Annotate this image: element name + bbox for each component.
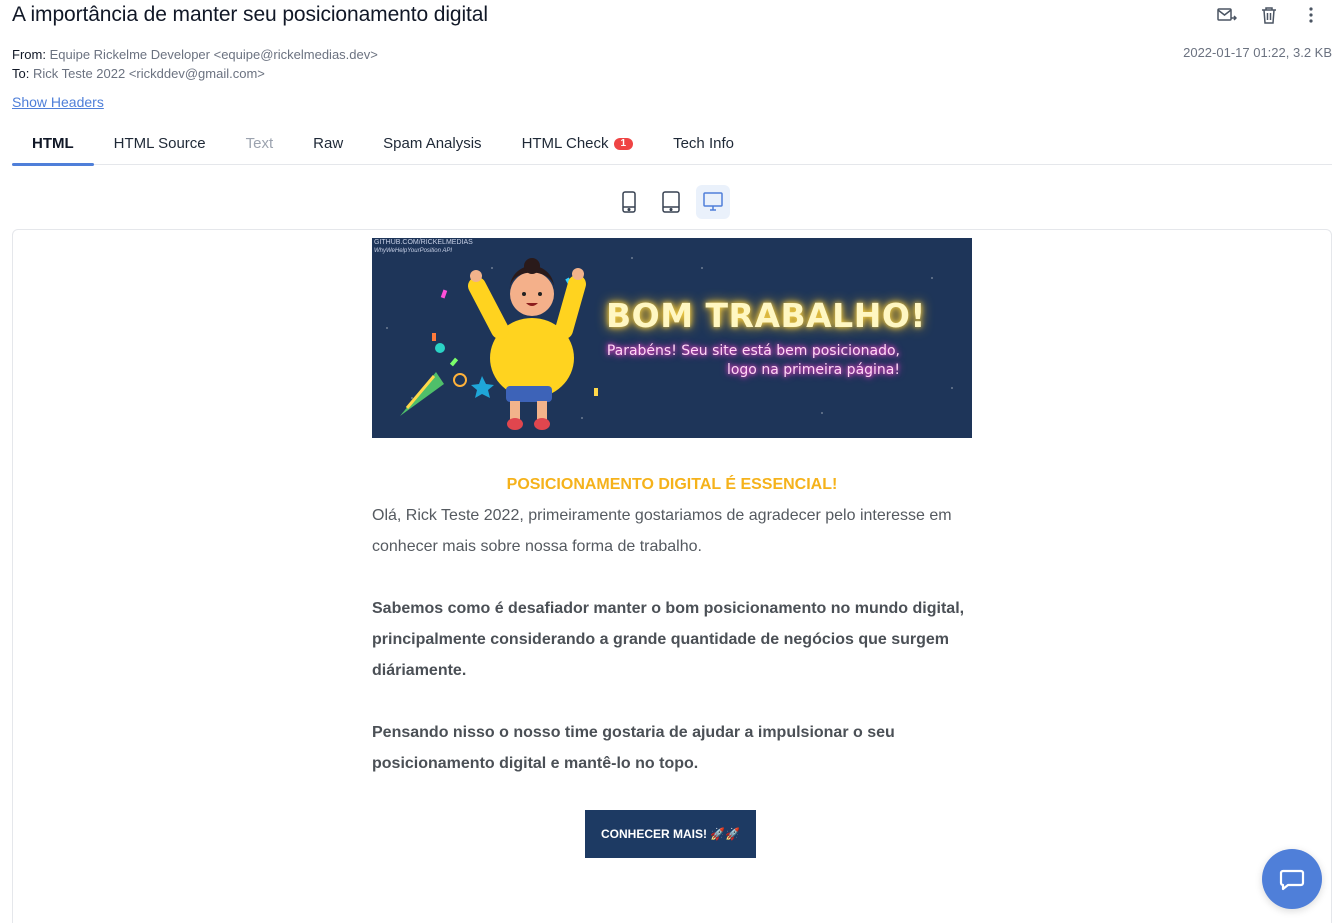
email-actions [1216, 4, 1322, 26]
email-preview-frame: GITHUB.COM/RICKELMEDIAS WhyWeHelpYourPos… [12, 229, 1332, 923]
from-label: From: [12, 47, 46, 62]
tab-label: Spam Analysis [383, 135, 482, 152]
show-headers-link[interactable]: Show Headers [12, 94, 104, 110]
tab-label: HTML Source [113, 135, 206, 152]
email-paragraph: Pensando nisso o nosso time gostaria de … [372, 724, 895, 772]
tab-label: Text [245, 135, 274, 152]
device-toggle [612, 185, 730, 219]
email-heading: POSICIONAMENTO DIGITAL É ESSENCIAL! [506, 476, 838, 493]
chat-widget-button[interactable] [1262, 849, 1322, 909]
tablet-view-icon[interactable] [654, 185, 688, 219]
conhecer-mais-button[interactable]: CONHECER MAIS! 🚀🚀 [585, 810, 757, 858]
tab-html-source[interactable]: HTML Source [94, 122, 226, 165]
html-check-badge: 1 [613, 137, 634, 150]
more-vertical-icon[interactable] [1300, 4, 1322, 26]
from-row: From: Equipe Rickelme Developer <equipe@… [12, 45, 378, 64]
tab-label: HTML Check [521, 135, 609, 152]
email-subject: A importância de manter seu posicionamen… [12, 3, 488, 26]
desktop-view-icon[interactable] [696, 185, 730, 219]
banner-illustration [372, 238, 972, 438]
mobile-view-icon[interactable] [612, 185, 646, 219]
tab-html[interactable]: HTML [12, 122, 94, 166]
tab-tech-info[interactable]: Tech Info [653, 122, 754, 165]
tab-spam-analysis[interactable]: Spam Analysis [363, 122, 501, 165]
chat-icon [1279, 869, 1305, 891]
tab-label: HTML [32, 135, 74, 152]
to-value: Rick Teste 2022 <rickddev@gmail.com> [32, 66, 265, 81]
banner-subtitle-line: Parabéns! Seu site está bem posicionado, [606, 343, 900, 359]
banner-credit-line: GITHUB.COM/RICKELMEDIAS [374, 239, 473, 246]
from-value: Equipe Rickelme Developer <equipe@rickel… [49, 47, 378, 62]
date-size: 2022-01-17 01:22, 3.2 KB [1183, 45, 1332, 60]
banner-subtitle: Parabéns! Seu site está bem posicionado,… [607, 342, 900, 380]
email-paragraph: Sabemos como é desafiador manter o bom p… [372, 600, 965, 679]
to-row: To: Rick Teste 2022 <rickddev@gmail.com> [12, 64, 378, 83]
tab-label: Raw [313, 135, 344, 152]
email-banner: GITHUB.COM/RICKELMEDIAS WhyWeHelpYourPos… [372, 238, 972, 438]
email-body: POSICIONAMENTO DIGITAL É ESSENCIAL! Olá,… [372, 474, 972, 779]
tab-label: Tech Info [673, 135, 734, 152]
tab-html-check[interactable]: HTML Check 1 [502, 122, 654, 165]
tab-text[interactable]: Text [226, 122, 294, 165]
banner-subtitle-line: logo na primeira página! [726, 362, 900, 378]
forward-icon[interactable] [1216, 4, 1238, 26]
email-greeting: Olá, Rick Teste 2022, primeiramente gost… [372, 507, 952, 555]
tab-bar: HTML HTML Source Text Raw Spam Analysis … [12, 122, 1332, 166]
email-meta: From: Equipe Rickelme Developer <equipe@… [12, 45, 378, 83]
trash-icon[interactable] [1258, 4, 1280, 26]
to-label: To: [12, 66, 30, 81]
cta-wrapper: CONHECER MAIS! 🚀🚀 [585, 810, 757, 858]
banner-credit: GITHUB.COM/RICKELMEDIAS WhyWeHelpYourPos… [374, 239, 473, 255]
banner-title: BOM TRABALHO! [606, 296, 926, 335]
tab-raw[interactable]: Raw [293, 122, 363, 165]
banner-credit-sub: WhyWeHelpYourPosition API [374, 248, 453, 254]
